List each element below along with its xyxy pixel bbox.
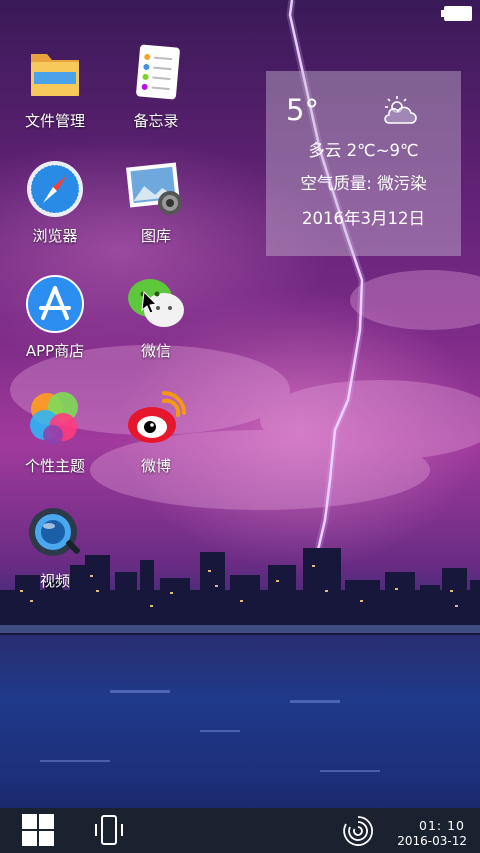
phone-icon[interactable] [93,814,125,846]
app-store-icon [26,275,84,333]
app-weibo[interactable]: 微博 [101,389,211,499]
spinner-icon[interactable] [341,814,375,848]
app-notes[interactable]: 备忘录 [101,44,211,154]
gallery-icon [126,162,182,215]
app-label: 微信 [140,342,171,360]
app-wechat[interactable]: 微信 [101,274,211,384]
app-label: 浏览器 [32,227,78,245]
video-icon [29,508,80,556]
app-label: APP商店 [25,342,85,360]
app-label: 微博 [140,457,171,475]
app-label: 个性主题 [24,457,85,475]
partly-cloudy-icon [384,96,417,124]
taskbar-date: 2016-03-12 [397,834,467,848]
weather-widget[interactable]: 5° 多云 2℃~9℃ 空气质量: 微污染 2016年3月12日 [266,71,461,256]
folder-icon [31,54,79,96]
weather-date: 2016年3月12日 [302,209,425,228]
app-browser[interactable]: 浏览器 [0,159,110,269]
taskbar: 01: 10 2016-03-12 [0,808,480,853]
app-label: 视频 [39,572,70,590]
app-label: 文件管理 [24,112,85,130]
app-video[interactable]: 视频 [0,504,110,614]
battery-icon [441,6,472,21]
notes-icon [136,44,180,100]
windows-start-icon[interactable] [21,813,55,847]
theme-icon [30,392,78,445]
wechat-icon [128,279,184,327]
app-gallery[interactable]: 图库 [101,159,211,269]
weather-condition-range: 多云 2℃~9℃ [308,141,419,160]
browser-compass-icon [27,161,83,217]
weather-temperature: 5° [286,93,319,127]
app-store[interactable]: APP商店 [0,274,110,384]
taskbar-time: 01: 10 [419,818,465,833]
weibo-icon [128,391,186,443]
app-theme[interactable]: 个性主题 [0,389,110,499]
weather-air-quality: 空气质量: 微污染 [300,174,427,193]
app-file-manager[interactable]: 文件管理 [0,44,110,154]
app-label: 图库 [140,227,171,245]
app-label: 备忘录 [133,112,179,130]
